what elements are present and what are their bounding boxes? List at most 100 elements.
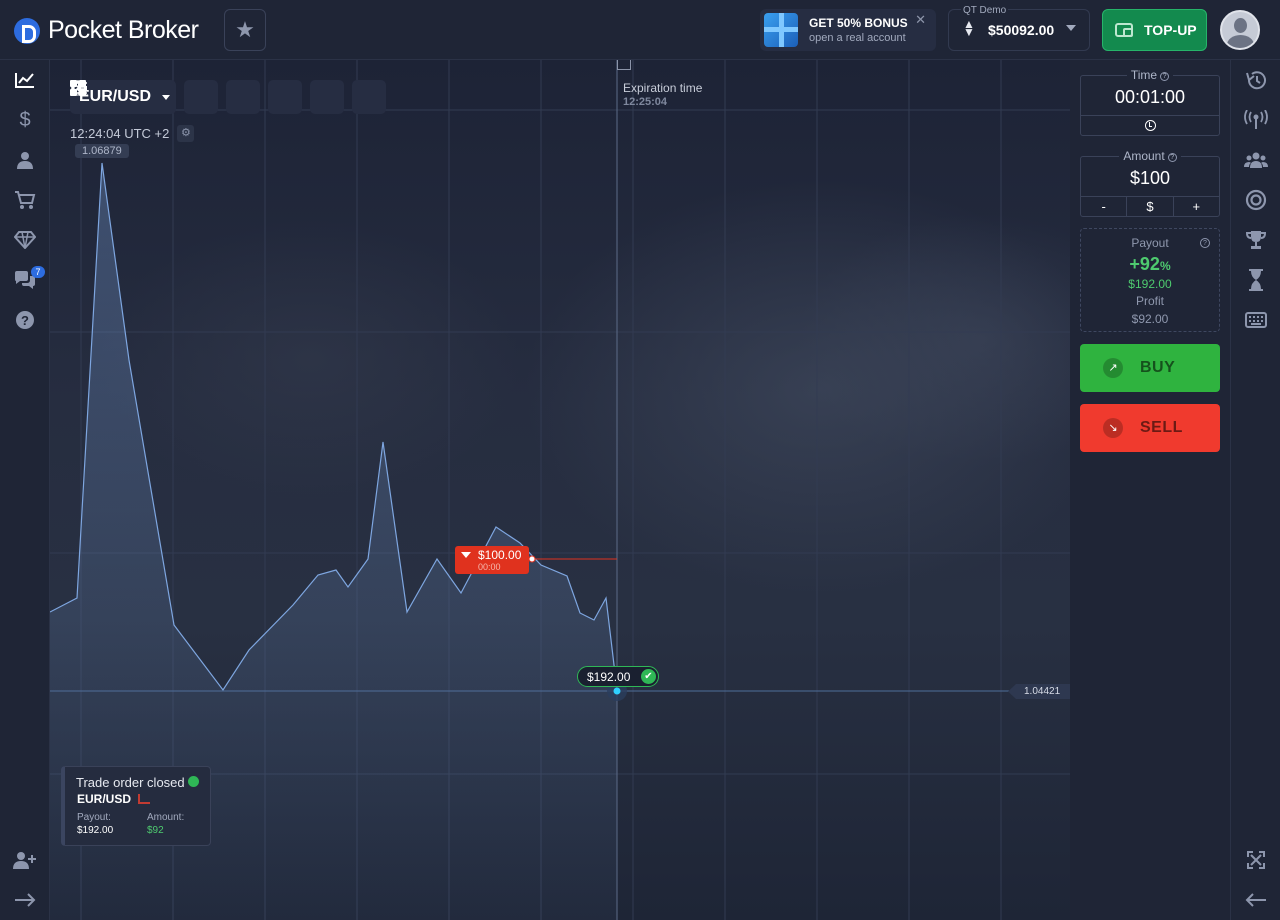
amount-plus-button[interactable]: + xyxy=(1174,197,1219,216)
topup-button[interactable]: TOP-UP xyxy=(1102,9,1207,51)
bonus-banner[interactable]: GET 50% BONUS open a real account ✕ xyxy=(760,9,936,51)
gift-icon xyxy=(764,13,798,47)
favorites-button[interactable]: ★ xyxy=(224,9,266,51)
pending-trades-button[interactable] xyxy=(1231,260,1280,300)
right-sidebar xyxy=(1230,60,1280,920)
help-icon[interactable]: ? xyxy=(1160,72,1170,81)
price-chart[interactable]: EUR/USD 12:24:04 UTC +2 ⚙ 1.06879 Expira… xyxy=(50,60,1070,920)
payout-total: $192.00 xyxy=(1128,277,1172,291)
brand-logo[interactable]: Pocket Broker xyxy=(14,16,199,45)
arrow-up-right-icon: ↗ xyxy=(1103,358,1123,378)
hotkeys-button[interactable] xyxy=(1231,300,1280,340)
profit-label: Profit xyxy=(1135,294,1164,308)
toast-payout-label: Payout: xyxy=(77,812,111,823)
svg-text:?: ? xyxy=(21,313,29,328)
avatar[interactable] xyxy=(1220,10,1260,50)
toast-pair: EUR/USD xyxy=(77,792,132,806)
add-user-icon xyxy=(13,852,36,869)
sell-button[interactable]: ↘ SELL xyxy=(1080,404,1220,452)
current-price-label: 1.04421 xyxy=(1008,684,1070,699)
time-sub xyxy=(1081,115,1219,135)
wallet-icon xyxy=(1115,23,1133,37)
sidebar-item-trading[interactable] xyxy=(0,60,50,100)
trade-closed-notification[interactable]: Trade order closed EUR/USD Payout: $192.… xyxy=(61,766,211,846)
trade-result-tag[interactable]: $192.00 ✔ xyxy=(577,666,659,687)
payout-percent-value: +92 xyxy=(1129,254,1160,274)
payout-label: Payout xyxy=(1131,236,1169,250)
indicators-button[interactable] xyxy=(71,80,260,114)
help-icon[interactable]: ? xyxy=(1200,238,1210,248)
success-icon xyxy=(188,776,199,787)
toast-payout-value: $192.00 xyxy=(77,825,114,836)
close-icon[interactable]: ✕ xyxy=(915,12,926,28)
time-value[interactable]: 00:01:00 xyxy=(1081,87,1219,108)
top-header: Pocket Broker ★ GET 50% BONUS open a rea… xyxy=(0,0,1280,60)
bonus-subtitle: open a real account xyxy=(809,32,906,44)
result-amount: $192.00 xyxy=(587,670,631,684)
dollar-icon: $ xyxy=(19,108,31,131)
amount-value[interactable]: $100 xyxy=(1081,168,1219,189)
time-picker-button[interactable] xyxy=(1081,116,1219,135)
time-field[interactable]: Time? 00:01:00 xyxy=(1080,68,1220,136)
bonus-title: GET 50% BONUS xyxy=(809,16,908,30)
account-selector[interactable]: QT Demo ▲ ▼ $50092.00 xyxy=(948,5,1090,51)
buy-label: BUY xyxy=(1140,359,1176,376)
sidebar-item-achievements[interactable] xyxy=(0,220,50,260)
asset-name: EUR/USD xyxy=(79,88,152,105)
arrow-down-icon xyxy=(461,552,471,558)
sidebar-item-chat[interactable]: 7 xyxy=(0,260,50,300)
signals-button[interactable] xyxy=(1231,100,1280,140)
trend-down-icon xyxy=(138,794,150,804)
layout-button[interactable] xyxy=(70,80,386,114)
social-trading-button[interactable] xyxy=(1231,140,1280,180)
amount-minus-button[interactable]: - xyxy=(1081,197,1128,216)
check-icon: ✔ xyxy=(641,669,656,684)
account-balance: $50092.00 xyxy=(988,22,1055,38)
users-icon xyxy=(1244,152,1268,168)
toast-amount-label: Amount: xyxy=(147,812,185,823)
sidebar-item-help[interactable]: ? xyxy=(0,300,50,340)
profit-value: $92.00 xyxy=(1131,312,1169,326)
express-trades-button[interactable] xyxy=(1231,180,1280,220)
trophy-icon xyxy=(1245,231,1267,249)
expiration-flag-icon xyxy=(617,60,631,70)
order-amount: $100.00 xyxy=(478,548,522,562)
chart-line-icon xyxy=(15,73,34,88)
account-switch-icon: ▲ ▼ xyxy=(963,17,975,39)
chart-type-button[interactable] xyxy=(70,80,218,114)
clock-icon xyxy=(1144,120,1156,131)
amount-currency-button[interactable]: $ xyxy=(1127,197,1174,216)
drawing-tools-button[interactable] xyxy=(70,80,302,114)
trades-history-button[interactable] xyxy=(1231,60,1280,100)
sidebar-item-profile[interactable] xyxy=(0,140,50,180)
more-options-button[interactable] xyxy=(70,80,344,114)
arrow-right-icon xyxy=(15,893,36,907)
chevron-down-icon xyxy=(1066,25,1076,31)
trade-panel: Time? 00:01:00 Amount? $100 - $ + Payout… xyxy=(1070,60,1230,920)
topup-label: TOP-UP xyxy=(1144,22,1197,38)
payout-box: Payout ? +92% $192.00 Profit $92.00 xyxy=(1080,228,1220,332)
time-label-wrap: Time? xyxy=(1081,68,1219,82)
sidebar-item-finance[interactable]: $ xyxy=(0,100,50,140)
chart-toolbar: EUR/USD xyxy=(70,80,386,114)
order-timer: 00:00 xyxy=(478,562,501,572)
tournaments-button[interactable] xyxy=(1231,220,1280,260)
help-icon: ? xyxy=(16,311,34,329)
open-order-tag[interactable]: $100.00 00:00 xyxy=(455,546,529,574)
hourglass-icon xyxy=(1249,269,1263,291)
fullscreen-button[interactable] xyxy=(1231,840,1280,880)
amount-field[interactable]: Amount? $100 - $ + xyxy=(1080,149,1220,217)
amount-label-wrap: Amount? xyxy=(1081,149,1219,163)
help-icon[interactable]: ? xyxy=(1167,153,1177,162)
gear-icon[interactable]: ⚙ xyxy=(177,125,195,142)
amount-sub: - $ + xyxy=(1081,196,1219,216)
buy-button[interactable]: ↗ BUY xyxy=(1080,344,1220,392)
sidebar-item-invite[interactable] xyxy=(0,840,50,880)
history-icon xyxy=(1246,71,1266,90)
sidebar-item-logout[interactable] xyxy=(0,880,50,920)
collapse-panel-button[interactable] xyxy=(1231,880,1280,920)
keyboard-icon xyxy=(1245,312,1267,328)
current-point xyxy=(613,687,621,695)
max-price-label: 1.06879 xyxy=(75,144,129,158)
sidebar-item-market[interactable] xyxy=(0,180,50,220)
